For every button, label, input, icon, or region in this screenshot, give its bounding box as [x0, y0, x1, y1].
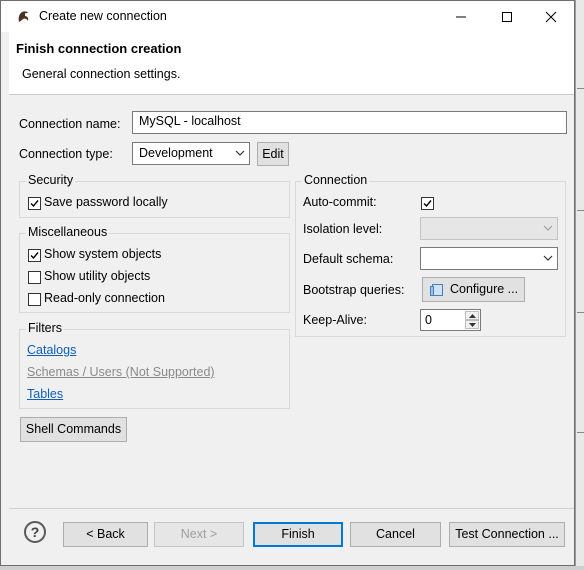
next-button: Next >: [154, 522, 244, 547]
checkmark-icon: [30, 252, 39, 260]
miscellaneous-group: Miscellaneous Show system objects Show u…: [19, 225, 290, 313]
auto-commit-checkbox[interactable]: [421, 197, 434, 210]
arrow-up-icon: [469, 314, 476, 318]
show-utility-objects-label: Show utility objects: [44, 269, 151, 283]
help-button[interactable]: ?: [24, 521, 46, 543]
connection-type-value: Development: [139, 146, 213, 160]
edit-button[interactable]: Edit: [257, 142, 289, 166]
keep-alive-spinner[interactable]: 0: [420, 309, 481, 331]
connection-type-label: Connection type:: [19, 147, 113, 161]
wizard-header: Finish connection creation General conne…: [9, 32, 574, 95]
shell-commands-button[interactable]: Shell Commands: [20, 417, 127, 442]
isolation-level-select: [420, 217, 558, 240]
minimize-icon: [456, 16, 466, 18]
finish-button[interactable]: Finish: [253, 522, 343, 547]
connection-name-input[interactable]: MySQL - localhost: [132, 111, 567, 134]
isolation-level-label: Isolation level:: [303, 222, 383, 236]
help-icon: ?: [30, 524, 40, 540]
bootstrap-queries-label: Bootstrap queries:: [303, 283, 405, 297]
dialog-window: Create new connection Finish connection …: [0, 0, 575, 566]
close-button[interactable]: [528, 1, 574, 32]
read-only-connection-checkbox[interactable]: [28, 293, 41, 306]
connection-group: Connection Auto-commit: Isolation level:…: [295, 173, 566, 337]
show-utility-objects-checkbox[interactable]: [28, 271, 41, 284]
cancel-button[interactable]: Cancel: [350, 522, 441, 547]
minimize-button[interactable]: [438, 1, 484, 32]
checkmark-icon: [423, 200, 432, 208]
maximize-button[interactable]: [484, 1, 530, 32]
wizard-content: Connection name: MySQL - localhost Conne…: [9, 101, 574, 499]
chevron-down-icon: [543, 225, 553, 231]
filters-title: Filters: [26, 321, 65, 335]
maximize-icon: [502, 12, 512, 22]
save-password-label: Save password locally: [44, 195, 168, 209]
chevron-down-icon: [235, 150, 245, 156]
window-title: Create new connection: [39, 9, 167, 23]
catalogs-link[interactable]: Catalogs: [27, 343, 76, 357]
keep-alive-label: Keep-Alive:: [303, 313, 367, 327]
title-bar[interactable]: Create new connection: [1, 1, 574, 32]
save-password-checkbox[interactable]: [28, 197, 41, 210]
spin-down-button[interactable]: [465, 320, 479, 329]
script-icon: [430, 284, 443, 296]
miscellaneous-title: Miscellaneous: [26, 225, 110, 239]
security-group: Security Save password locally: [19, 173, 290, 218]
configure-button[interactable]: Configure ...: [422, 277, 525, 302]
schemas-users-link: Schemas / Users (Not Supported): [27, 365, 215, 379]
test-connection-button[interactable]: Test Connection ...: [449, 522, 565, 547]
page-title: Finish connection creation: [16, 41, 182, 56]
dbeaver-icon: [18, 11, 29, 22]
connection-name-value: MySQL - localhost: [139, 114, 241, 128]
default-schema-label: Default schema:: [303, 252, 394, 266]
auto-commit-label: Auto-commit:: [303, 195, 377, 209]
connection-type-select[interactable]: Development: [132, 142, 250, 165]
footer-separator: [9, 508, 574, 509]
back-button[interactable]: < Back: [63, 522, 148, 547]
spin-up-button[interactable]: [465, 311, 479, 320]
tables-link[interactable]: Tables: [27, 387, 63, 401]
show-system-objects-label: Show system objects: [44, 247, 162, 261]
background-strip: [0, 566, 584, 570]
header-edge: [1, 32, 9, 94]
filters-group: Filters Catalogs Schemas / Users (Not Su…: [19, 321, 290, 409]
connection-name-label: Connection name:: [19, 117, 121, 131]
default-schema-select[interactable]: [420, 247, 558, 270]
show-system-objects-checkbox[interactable]: [28, 249, 41, 262]
read-only-connection-label: Read-only connection: [44, 291, 165, 305]
checkmark-icon: [30, 200, 39, 208]
page-subtitle: General connection settings.: [22, 67, 181, 81]
chevron-down-icon: [543, 255, 553, 261]
keep-alive-value: 0: [425, 313, 432, 327]
arrow-down-icon: [469, 323, 476, 327]
security-title: Security: [26, 173, 76, 187]
background-window-edge: [575, 0, 584, 570]
connection-title: Connection: [302, 173, 370, 187]
close-icon: [545, 11, 557, 23]
configure-label: Configure ...: [450, 282, 519, 296]
